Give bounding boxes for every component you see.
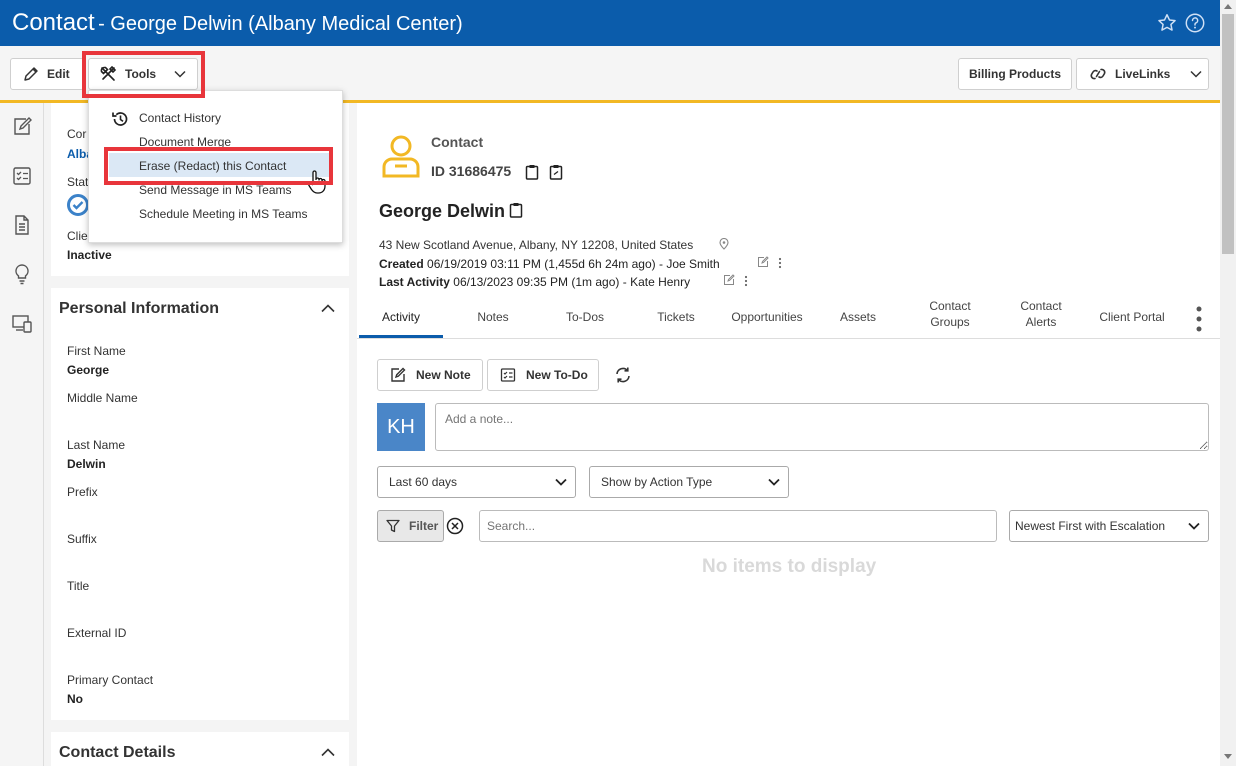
date-range-select[interactable]: Last 60 days [377,466,576,498]
lightbulb-icon[interactable] [11,263,33,285]
tab-assets[interactable]: Assets [818,309,898,325]
more-vertical-icon[interactable] [744,275,748,287]
livelinks-button[interactable]: LiveLinks [1076,58,1209,90]
created-line: Created 06/19/2019 03:11 PM (1,455d 6h 2… [379,257,720,271]
tab-contact-groups[interactable]: Contact Groups [910,298,990,330]
filter-button[interactable]: Filter [377,510,444,542]
edit-icon[interactable] [757,256,769,268]
note-input[interactable] [435,403,1209,451]
clipboard-link-icon[interactable] [549,164,563,180]
main-panel: Contact ID 31686475 George Delwin 43 New… [357,103,1220,766]
new-note-icon [390,367,406,383]
contact-avatar-icon [381,133,421,179]
page-title: Contact - George Delwin (Albany Medical … [12,9,463,36]
star-icon[interactable] [1156,12,1178,34]
more-vertical-icon[interactable] [778,257,782,269]
status-check-icon [67,194,89,216]
new-todo-icon [500,367,516,383]
last-activity-line: Last Activity 06/13/2023 09:35 PM (1m ag… [379,275,691,289]
more-tabs-icon[interactable] [1196,306,1202,332]
personal-info-card: Personal Information First Name George M… [51,288,349,720]
document-icon[interactable] [11,214,33,236]
chevron-down-icon [555,478,567,486]
sort-select[interactable]: Newest First with Escalation [1009,510,1209,542]
clear-filter-icon[interactable] [446,517,464,535]
filter-icon [386,519,400,533]
tab-activity[interactable]: Activity [359,309,443,325]
page-header: Contact - George Delwin (Albany Medical … [0,0,1220,46]
erase-highlight [104,147,333,185]
scroll-up-icon[interactable] [1224,3,1232,9]
refresh-icon[interactable] [614,366,632,384]
new-todo-button[interactable]: New To-Do [487,359,599,391]
link-icon [1089,67,1107,81]
chevron-down-icon [768,478,780,486]
contact-details-card: Contact Details [51,732,349,766]
left-rail [0,103,44,766]
map-pin-icon[interactable] [719,238,729,250]
tab-todos[interactable]: To-Dos [545,309,625,325]
contact-address: 43 New Scotland Avenue, Albany, NY 12208… [379,238,694,252]
edit-note-icon[interactable] [11,116,33,138]
scroll-thumb[interactable] [1222,14,1234,254]
empty-state-text: No items to display [702,556,877,577]
new-note-button[interactable]: New Note [377,359,483,391]
menu-contact-history[interactable]: Contact History [139,111,221,125]
chevron-down-icon [1188,522,1200,530]
menu-schedule-teams-meeting[interactable]: Schedule Meeting in MS Teams [139,207,308,221]
edit-button[interactable]: Edit [10,58,84,90]
pencil-icon [23,66,39,82]
billing-products-button[interactable]: Billing Products [958,58,1072,90]
contact-name: George Delwin [379,201,506,221]
record-id: ID 31686475 [431,163,512,179]
chevron-up-icon[interactable] [321,748,335,757]
history-icon [111,110,129,128]
contact-details-title: Contact Details [59,744,176,761]
clipboard-icon[interactable] [509,202,523,218]
clipboard-icon[interactable] [525,164,539,180]
checklist-icon[interactable] [11,165,33,187]
tab-opportunities[interactable]: Opportunities [722,309,812,325]
record-type: Contact [431,134,484,150]
tab-divider [357,338,1220,339]
search-input[interactable] [479,510,997,542]
tab-client-portal[interactable]: Client Portal [1090,309,1174,325]
user-avatar: KH [377,403,425,451]
chevron-down-icon [1190,70,1202,78]
tab-contact-alerts[interactable]: Contact Alerts [1001,298,1081,330]
personal-info-title: Personal Information [59,300,220,317]
menu-send-teams-message[interactable]: Send Message in MS Teams [139,183,292,197]
active-tab-indicator [359,335,443,338]
page-scrollbar[interactable] [1220,0,1236,766]
tab-notes[interactable]: Notes [453,309,533,325]
chevron-up-icon[interactable] [321,304,335,313]
help-icon[interactable] [1184,12,1206,34]
action-type-select[interactable]: Show by Action Type [589,466,789,498]
tools-highlight [82,51,205,98]
scroll-down-icon[interactable] [1224,754,1232,760]
devices-icon[interactable] [11,312,33,334]
tab-tickets[interactable]: Tickets [636,309,716,325]
edit-icon[interactable] [723,274,735,286]
